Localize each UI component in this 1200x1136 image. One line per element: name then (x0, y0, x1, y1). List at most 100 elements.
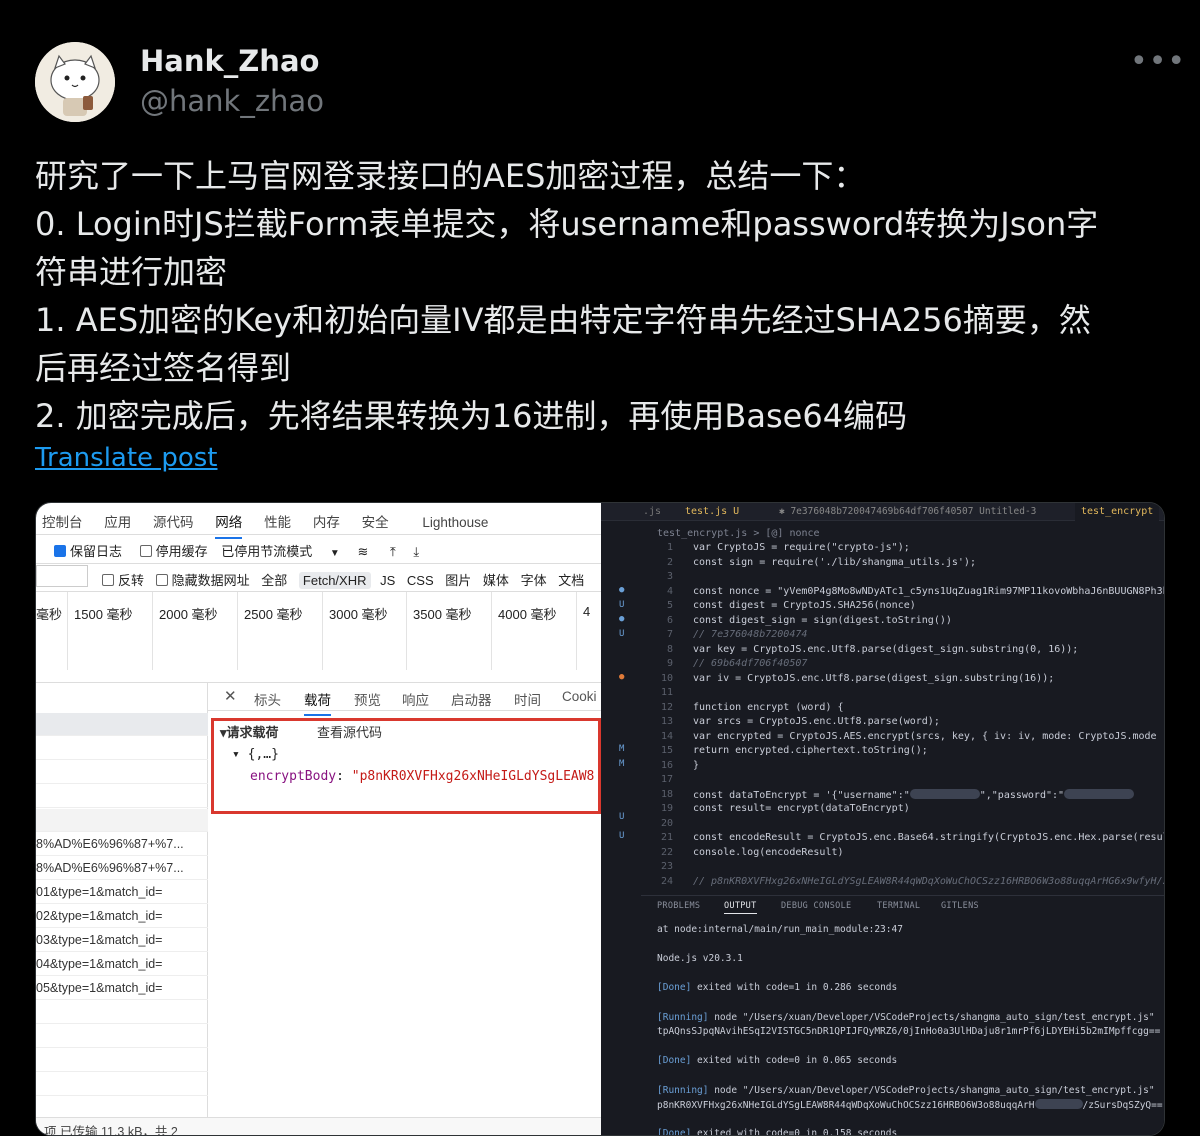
filter-img[interactable]: 图片 (445, 573, 471, 588)
line-number: 23 (660, 861, 673, 872)
list-item[interactable] (36, 809, 208, 832)
code-line[interactable]: const encodeResult = CryptoJS.enc.Base64… (693, 832, 1164, 843)
list-item[interactable]: 01&type=1&match_id= (36, 881, 208, 904)
timeline-tick: 毫秒 (36, 607, 63, 622)
hide-data-checkbox[interactable] (155, 574, 168, 586)
tab-terminal[interactable]: TERMINAL (877, 901, 920, 911)
tab-application[interactable]: 应用 (104, 511, 131, 531)
tab-output[interactable]: OUTPUT (724, 901, 757, 914)
tab-security[interactable]: 安全 (362, 511, 389, 531)
tab-headers[interactable]: 标头 (254, 689, 281, 709)
code-line[interactable]: const sign = require('./lib/shangma_util… (693, 557, 976, 568)
invert-checkbox[interactable] (102, 574, 114, 586)
list-item[interactable]: 8%AD%E6%96%87+%7... (36, 857, 208, 880)
code-line[interactable]: var key = CryptoJS.enc.Utf8.parse(digest… (693, 644, 1078, 655)
filter-input[interactable] (36, 565, 88, 587)
tab-timing[interactable]: 时间 (514, 689, 541, 709)
list-item[interactable] (36, 713, 208, 736)
filter-font[interactable]: 字体 (521, 573, 547, 588)
user-handle[interactable]: @hank_zhao (140, 84, 324, 118)
editor-tab-bar: .js test.js U ✱ 7e376048b720047469b64df7… (601, 503, 1164, 521)
close-icon[interactable]: ✕ (224, 687, 237, 705)
list-item[interactable] (36, 785, 208, 808)
code-line[interactable]: const digest_sign = sign(digest.toString… (693, 615, 952, 626)
throttle-select[interactable]: 已停用节流模式 (221, 544, 312, 559)
payload-section-title[interactable]: ▾请求载荷 (220, 722, 279, 741)
redacted-username (909, 788, 980, 799)
tab-cookies[interactable]: Cooki (562, 689, 597, 704)
code-line[interactable]: var srcs = CryptoJS.enc.Utf8.parse(word)… (693, 716, 940, 727)
tab-payload[interactable]: 载荷 (304, 689, 331, 716)
tab-preview[interactable]: 预览 (354, 689, 381, 709)
code-line[interactable]: function encrypt (word) { (693, 702, 844, 713)
editor-tab[interactable]: .js (643, 506, 661, 517)
code-line[interactable]: const digest = CryptoJS.SHA256(nonce) (693, 600, 916, 611)
translate-post-link[interactable]: Translate post (35, 443, 217, 473)
filter-css[interactable]: CSS (407, 573, 434, 588)
code-line[interactable]: const nonce = "yVem0P4g8Mo8wNDyATc1_c5yn… (693, 586, 1164, 597)
filter-js[interactable]: JS (380, 573, 395, 588)
line-number: 17 (660, 774, 673, 785)
breakpoint-icon[interactable]: ● (619, 672, 624, 682)
tab-lighthouse[interactable]: Lighthouse (422, 515, 488, 530)
list-item[interactable] (36, 1025, 208, 1048)
list-item[interactable] (36, 1049, 208, 1072)
list-item[interactable] (36, 1001, 208, 1024)
timeline-tick: 2000 毫秒 (152, 592, 218, 670)
output-line: Node.js v20.3.1 (657, 953, 743, 965)
tab-sources[interactable]: 源代码 (153, 511, 194, 531)
tab-problems[interactable]: PROBLEMS (657, 901, 700, 911)
view-source-link[interactable]: 查看源代码 (317, 722, 382, 741)
tab-console[interactable]: 控制台 (42, 511, 83, 531)
code-line[interactable]: } (693, 760, 699, 771)
line-number: 12 (660, 701, 673, 713)
filter-media[interactable]: 媒体 (483, 573, 509, 588)
tab-debug-console[interactable]: DEBUG CONSOLE (781, 901, 851, 911)
code-line[interactable]: const result= encrypt(dataToEncrypt) (693, 803, 910, 814)
editor-tab-active[interactable]: test_encrypt (1075, 503, 1160, 521)
filter-doc[interactable]: 文档 (558, 573, 584, 588)
list-item[interactable] (36, 737, 208, 760)
git-marker: U (619, 629, 625, 639)
list-item[interactable] (36, 1073, 208, 1096)
code-line[interactable]: // 69b64df706f40507 (693, 658, 807, 669)
filter-fetch-xhr[interactable]: Fetch/XHR (298, 572, 371, 589)
disable-cache-checkbox[interactable] (139, 545, 152, 557)
disable-cache-label: 停用缓存 (155, 544, 208, 559)
list-item[interactable]: 8%AD%E6%96%87+%7... (36, 833, 208, 856)
code-line[interactable]: console.log(encodeResult) (693, 847, 844, 858)
tab-performance[interactable]: 性能 (264, 511, 291, 531)
editor-tab[interactable]: test.js U (685, 506, 739, 517)
tab-memory[interactable]: 内存 (313, 511, 340, 531)
code-line[interactable]: const dataToEncrypt = '{"username":" ","p… (693, 788, 1135, 801)
list-item[interactable]: 03&type=1&match_id= (36, 929, 208, 952)
filter-all[interactable]: 全部 (261, 573, 287, 588)
list-item[interactable] (36, 761, 208, 784)
download-icon[interactable]: ⤓ (413, 544, 419, 559)
display-name[interactable]: Hank_Zhao (140, 44, 319, 78)
code-line[interactable]: var CryptoJS = require("crypto-js"); (693, 542, 910, 553)
code-line[interactable]: var encrypted = CryptoJS.AES.encrypt(src… (693, 731, 1157, 742)
code-line[interactable]: // p8nKR0XVFHxg26xNHeIGLdYSgLEAW8R44qWDq… (693, 876, 1164, 887)
avatar[interactable] (35, 42, 115, 122)
editor-tab[interactable]: ✱ 7e376048b720047469b64df706f40507 Untit… (779, 506, 1036, 517)
upload-icon[interactable]: ⤒ (390, 544, 396, 559)
list-item[interactable]: 02&type=1&match_id= (36, 905, 208, 928)
code-line[interactable]: // 7e376048b7200474 (693, 629, 807, 640)
wifi-icon[interactable]: ≋ (357, 544, 368, 559)
code-line[interactable]: return encrypted.ciphertext.toString(); (693, 745, 928, 756)
avatar-cat-icon (35, 42, 115, 122)
tab-gitlens[interactable]: GITLENS (941, 901, 979, 911)
tab-response[interactable]: 响应 (402, 689, 429, 709)
attached-image[interactable]: 控制台 应用 源代码 网络 性能 内存 安全 Lighthouse 保留日志 停… (35, 502, 1165, 1136)
git-marker: ● (619, 614, 625, 624)
more-options-icon[interactable]: ••• (1130, 44, 1186, 79)
list-item[interactable]: 04&type=1&match_id= (36, 953, 208, 976)
breadcrumb[interactable]: test_encrypt.js > [@] nonce (657, 528, 820, 539)
tab-initiator[interactable]: 启动器 (451, 689, 492, 709)
code-line[interactable]: var iv = CryptoJS.enc.Utf8.parse(digest_… (693, 673, 1054, 684)
preserve-log-checkbox[interactable] (54, 545, 66, 557)
payload-object[interactable]: ▾ {,…} (232, 747, 279, 762)
chevron-down-icon[interactable]: ▼ (330, 548, 340, 559)
list-item[interactable]: 05&type=1&match_id= (36, 977, 208, 1000)
